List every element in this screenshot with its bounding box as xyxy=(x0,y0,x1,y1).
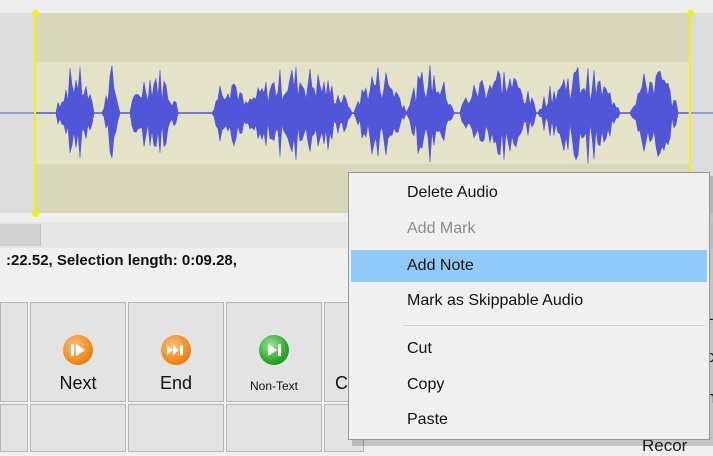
next-button-label: Next xyxy=(59,373,97,393)
menu-item-paste[interactable]: Paste xyxy=(351,404,707,436)
next-button[interactable]: Next xyxy=(30,302,126,402)
non-text-icon xyxy=(259,335,289,365)
context-menu: Delete Audio Add Mark Add Note Mark as S… xyxy=(348,172,710,440)
menu-separator xyxy=(403,325,705,326)
previous-button-partial[interactable] xyxy=(0,302,28,402)
row2-button-4[interactable] xyxy=(226,404,322,452)
non-text-button[interactable]: Non-Text xyxy=(226,302,322,402)
menu-item-cut[interactable]: Cut xyxy=(351,333,707,365)
end-button-label: End xyxy=(159,373,193,393)
end-button[interactable]: End xyxy=(128,302,224,402)
menu-item-add-note[interactable]: Add Note xyxy=(351,250,707,282)
end-icon xyxy=(161,335,191,365)
selection-status: :22.52, Selection length: 0:09.28, xyxy=(6,252,237,269)
non-text-button-label: Non-Text xyxy=(249,379,299,393)
menu-item-add-mark: Add Mark xyxy=(407,220,476,237)
selection-start-marker[interactable] xyxy=(34,12,36,214)
row2-button-1[interactable] xyxy=(0,404,28,452)
selection-start-handle-bottom[interactable] xyxy=(32,210,39,217)
scrollbar-thumb[interactable] xyxy=(0,224,41,246)
selection-start-handle-top[interactable] xyxy=(32,10,39,17)
row2-button-2[interactable] xyxy=(30,404,126,452)
selection-end-handle-top[interactable] xyxy=(687,10,694,17)
menu-item-copy[interactable]: Copy xyxy=(351,369,707,401)
menu-item-delete-audio[interactable]: Delete Audio xyxy=(351,177,707,209)
next-icon xyxy=(63,335,93,365)
menu-item-mark-skippable[interactable]: Mark as Skippable Audio xyxy=(351,285,707,317)
row2-button-3[interactable] xyxy=(128,404,224,452)
